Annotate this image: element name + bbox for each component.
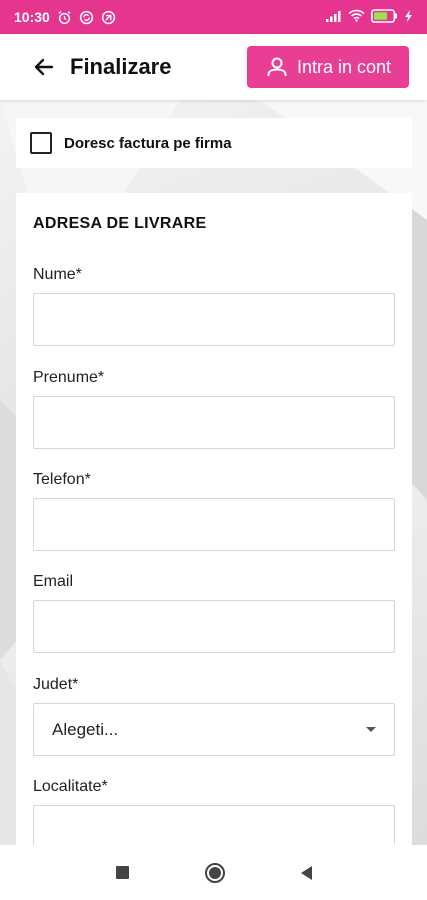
phone-label: Telefon* [33, 471, 91, 488]
alarm-icon [57, 10, 72, 25]
company-invoice-checkbox[interactable] [30, 132, 52, 154]
status-time: 10:30 [14, 9, 50, 25]
login-button-label: Intra in cont [296, 56, 392, 77]
dropdown-caret-icon [366, 727, 376, 732]
system-navigation-bar [0, 845, 427, 900]
app-bar: Finalizare Intra in cont [0, 34, 427, 100]
phone-input[interactable] [33, 498, 395, 551]
first-name-label: Prenume* [33, 369, 105, 386]
battery-icon [371, 8, 399, 26]
email-input[interactable] [33, 600, 395, 653]
last-name-input[interactable] [33, 293, 395, 346]
county-label: Judet* [33, 676, 79, 693]
company-invoice-label: Doresc factura pe firma [64, 134, 232, 152]
delivery-address-form: ADRESA DE LIVRARE Nume* Prenume* Telefon… [16, 193, 412, 853]
county-selected-value: Alegeti... [52, 719, 119, 739]
email-label: Email [33, 573, 74, 590]
login-button[interactable]: Intra in cont [247, 46, 409, 88]
recents-button[interactable] [115, 866, 129, 879]
arrow-left-icon [34, 58, 54, 76]
first-name-input[interactable] [33, 396, 395, 449]
county-select[interactable]: Alegeti... [33, 703, 395, 756]
back-button[interactable] [30, 53, 58, 81]
page-title: Finalizare [70, 54, 172, 79]
status-right [326, 8, 413, 26]
signal-icon [326, 9, 342, 25]
user-icon [267, 57, 287, 76]
city-label: Localitate* [33, 778, 108, 795]
status-bar: 10:30 [0, 0, 427, 34]
status-left: 10:30 [14, 9, 116, 25]
invoice-option: Doresc factura pe firma [16, 118, 412, 168]
sync-icon [79, 10, 94, 25]
back-nav-button[interactable] [300, 865, 312, 880]
wifi-icon [348, 9, 365, 25]
last-name-label: Nume* [33, 266, 82, 283]
section-title: ADRESA DE LIVRARE [33, 215, 207, 232]
data-saver-icon [101, 10, 116, 25]
charging-icon [405, 9, 413, 25]
home-button[interactable] [204, 862, 225, 883]
